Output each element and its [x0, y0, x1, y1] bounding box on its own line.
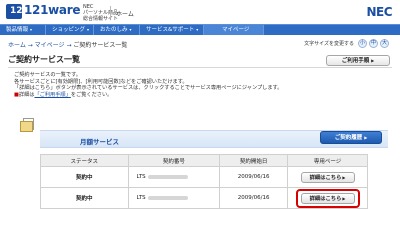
details-button-label: 詳細はこちら — [309, 174, 342, 181]
monthly-service-title: 月額サービス — [80, 138, 119, 146]
redacted-number — [147, 174, 188, 179]
font-size-large-button[interactable]: 大 — [380, 39, 389, 48]
breadcrumb-separator: → — [25, 42, 35, 49]
chevron-right-icon: ▶ — [342, 195, 346, 201]
history-button-label: ご契約履歴 — [334, 135, 363, 141]
chevron-down-icon: ▾ — [30, 27, 33, 32]
global-nav: 製品情報 ▾ ショッピング ▾ おたのしみ ▾ サービス&サポート ▾ マイページ — [0, 24, 400, 35]
breadcrumb-current: ご契約サービス一覧 — [73, 42, 128, 49]
nav-item-products[interactable]: 製品情報 ▾ — [0, 25, 46, 35]
nav-label: サービス&サポート — [146, 27, 195, 33]
details-button[interactable]: 詳細はこちら▶ — [300, 171, 355, 183]
nav-item-mypage[interactable]: マイページ — [204, 25, 264, 35]
guide-button-label: ご利用手順 — [341, 58, 370, 64]
row-contract-no: LTS — [127, 166, 221, 188]
contract-prefix: LTS — [136, 174, 146, 180]
usage-guide-link[interactable]: 「ご利用手順」 — [34, 92, 70, 98]
details-button-label: 詳細はこちら — [309, 195, 342, 202]
contract-prefix: LTS — [136, 195, 146, 201]
logo-subtitle: NEC パーソナル商品 総合情報サイト — [83, 4, 118, 22]
redacted-number — [147, 195, 188, 200]
header-start-date: 契約開始日 — [219, 154, 289, 167]
site-header: 121 121ware NEC パーソナル商品 総合情報サイト ホーム NEC — [0, 0, 400, 24]
highlight-box: 詳細はこちら▶ — [295, 188, 360, 208]
row-start-date: 2009/06/16 — [219, 166, 289, 188]
row-contract-no: LTS — [127, 187, 221, 209]
title-divider — [8, 67, 392, 68]
header-divider — [110, 6, 111, 18]
table-header-row: ステータス 契約番号 契約開始日 専用ページ — [40, 154, 368, 167]
121ware-logo-text[interactable]: 121ware — [24, 3, 81, 17]
table-row: 契約中 LTS 2009/06/16 詳細はこちら▶ — [40, 187, 368, 209]
description-line-4: ■詳細は「ご利用手順」をご覧ください。 — [14, 92, 282, 99]
breadcrumb-mypage[interactable]: マイページ — [35, 42, 65, 49]
contract-table: ステータス 契約番号 契約開始日 専用ページ 契約中 LTS 2009/06/1… — [40, 154, 368, 209]
breadcrumb-home[interactable]: ホーム — [8, 42, 26, 49]
nav-item-shopping[interactable]: ショッピング ▾ — [46, 25, 94, 35]
font-size-medium-button[interactable]: 中 — [369, 39, 378, 48]
font-size-label: 文字サイズを変更する — [304, 41, 354, 47]
chevron-right-icon: ▶ — [371, 58, 375, 63]
nav-item-fun[interactable]: おたのしみ ▾ — [94, 25, 140, 35]
header-dedicated-page: 専用ページ — [287, 154, 368, 167]
description-line-4-post: をご覧ください。 — [70, 91, 113, 98]
chevron-right-icon: ▶ — [342, 174, 346, 180]
details-button[interactable]: 詳細はこちら▶ — [300, 192, 355, 204]
table-row: 契約中 LTS 2009/06/16 詳細はこちら▶ — [40, 166, 368, 188]
contract-history-button[interactable]: ご契約履歴 ▶ — [320, 131, 382, 144]
folder-icon — [18, 118, 36, 134]
header-home-link[interactable]: ホーム — [116, 9, 134, 18]
header-contract-no: 契約番号 — [127, 154, 221, 167]
chevron-down-icon: ▾ — [196, 27, 199, 32]
nec-logo[interactable]: NEC — [366, 5, 392, 19]
page-title: ご契約サービス一覧 — [8, 55, 80, 64]
row-status: 契約中 — [40, 187, 129, 209]
nav-label: おたのしみ — [100, 27, 128, 33]
font-size-small-button[interactable]: 小 — [358, 39, 367, 48]
row-status: 契約中 — [40, 166, 129, 188]
row-start-date: 2009/06/16 — [219, 187, 289, 209]
breadcrumb: ホーム → マイページ → ご契約サービス一覧 — [8, 40, 127, 49]
nav-label: マイページ — [222, 27, 250, 33]
description-line-4-pre: 詳細は — [18, 91, 35, 98]
row-dedicated-page: 詳細はこちら▶ — [287, 187, 368, 209]
page-description: ご契約サービスの一覧です。 各サービスごとに[有効期限]、[利用可能回数]などを… — [14, 72, 282, 98]
nav-label: ショッピング — [52, 27, 86, 33]
chevron-right-icon: ▶ — [364, 135, 368, 140]
usage-guide-button[interactable]: ご利用手順 ▶ — [326, 55, 390, 66]
header-status: ステータス — [40, 154, 129, 167]
nav-item-support[interactable]: サービス&サポート ▾ — [140, 25, 204, 35]
nav-label: 製品情報 — [6, 27, 29, 33]
121ware-logo-mark[interactable]: 121 — [6, 4, 29, 19]
row-dedicated-page: 詳細はこちら▶ — [287, 166, 368, 188]
logo-sub-line-3: 総合情報サイト — [83, 16, 119, 22]
chevron-down-icon: ▾ — [87, 27, 90, 32]
chevron-down-icon: ▾ — [129, 27, 132, 32]
